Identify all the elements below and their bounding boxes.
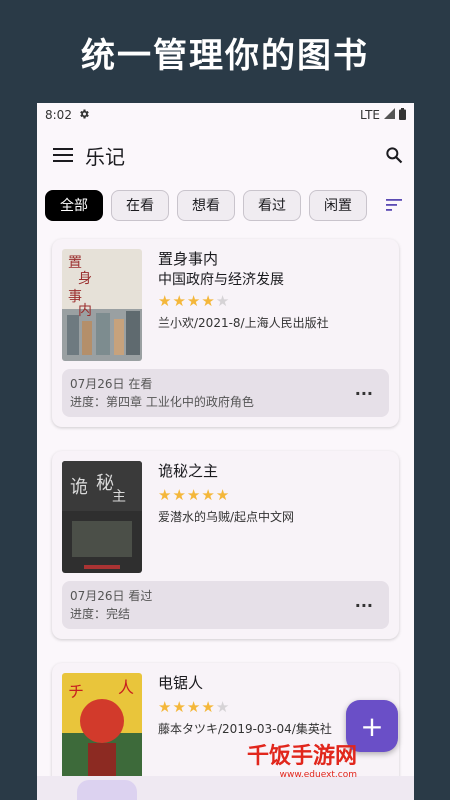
star-filled-icon: ★ [186,292,201,310]
bottom-navigation [37,776,414,800]
filter-chips: 全部 在看 想看 看过 闲置 [37,183,414,227]
star-filled-icon: ★ [158,698,172,716]
status-bar: 8:02 LTE [37,103,414,127]
filter-chip-idle[interactable]: 闲置 [309,189,367,221]
book-meta: 兰小欢/2021-8/上海人民出版社 [158,316,329,330]
battery-icon [399,107,406,123]
book-meta: 爱潜水的乌贼/起点中文网 [158,510,295,524]
note-date-status: 07月26日 看过 [70,589,153,603]
book-subtitle: 中国政府与经济发展 [158,272,284,288]
svg-text:身: 身 [78,271,92,287]
reading-note: 07月26日 看过 进度：完结 ··· [62,581,389,629]
app-bar: 乐记 [37,127,414,183]
signal-icon [384,108,395,122]
book-cover-image: チ 人 [62,673,142,785]
site-watermark: 千饭手游网 www.eduext.com [247,738,357,780]
star-filled-icon: ★ [172,486,186,504]
book-cover-image: 诡 秘 主 [62,461,142,573]
filter-chip-all[interactable]: 全部 [45,189,103,221]
status-time: 8:02 [45,108,72,122]
star-filled-icon: ★ [215,486,230,504]
book-title: 电锯人 [158,674,204,692]
watermark-url: www.eduext.com [279,770,358,780]
network-label: LTE [360,108,380,122]
star-filled-icon: ★ [201,698,215,716]
star-rating: ★ ★ ★ ★ ★ [158,293,329,309]
more-options-icon[interactable]: ··· [355,596,373,615]
star-rating: ★ ★ ★ ★ ★ [158,699,332,715]
menu-icon[interactable] [53,147,73,163]
svg-text:内: 内 [78,303,92,319]
star-filled-icon: ★ [172,292,186,310]
star-filled-icon: ★ [201,486,215,504]
promo-banner-title: 统一管理你的图书 [81,35,369,76]
settings-gear-icon [78,108,90,123]
note-progress: 进度：完结 [70,607,131,621]
nav-item-profile[interactable] [335,780,375,800]
book-meta: 藤本タツキ/2019-03-04/集英社 [158,722,332,736]
star-filled-icon: ★ [172,698,186,716]
watermark-text: 千饭手游网 [247,744,358,769]
svg-text:チ: チ [68,682,84,701]
filter-chip-reading[interactable]: 在看 [111,189,169,221]
search-icon[interactable] [384,145,404,165]
filter-chip-want[interactable]: 想看 [177,189,235,221]
star-filled-icon: ★ [186,486,201,504]
star-filled-icon: ★ [158,292,172,310]
svg-text:置: 置 [68,255,82,271]
reading-note: 07月26日 在看 进度：第四章 工业化中的政府角色 ··· [62,369,389,417]
sort-icon[interactable] [386,199,402,211]
phone-screen: 8:02 LTE 乐记 全部 在看 想看 看过 闲置 置 身 事 内 置身事内 … [37,103,414,800]
svg-text:人: 人 [118,678,134,697]
book-card[interactable]: 诡 秘 主 诡秘之主 ★ ★ ★ ★ ★ 爱潜水的乌贼/起点中文网 07月26日… [52,451,399,639]
svg-text:主: 主 [112,489,126,505]
star-filled-icon: ★ [158,486,172,504]
star-filled-icon: ★ [186,698,201,716]
more-options-icon[interactable]: ··· [355,384,373,403]
book-title: 置身事内 [158,250,219,268]
filter-chip-read[interactable]: 看过 [243,189,301,221]
book-card[interactable]: 置 身 事 内 置身事内 中国政府与经济发展 ★ ★ ★ ★ ★ 兰小欢/202… [52,239,399,427]
star-empty-icon: ★ [215,292,230,310]
svg-text:诡: 诡 [70,477,88,498]
nav-home-indicator[interactable] [76,780,137,800]
book-title: 诡秘之主 [158,462,219,480]
book-cover-image: 置 身 事 内 [62,249,142,361]
nav-item-stats[interactable] [216,780,256,800]
star-empty-icon: ★ [215,698,230,716]
app-title: 乐记 [85,144,125,169]
star-filled-icon: ★ [201,292,215,310]
note-date-status: 07月26日 在看 [70,377,153,391]
star-rating: ★ ★ ★ ★ ★ [158,487,294,503]
note-progress: 进度：第四章 工业化中的政府角色 [70,395,254,409]
